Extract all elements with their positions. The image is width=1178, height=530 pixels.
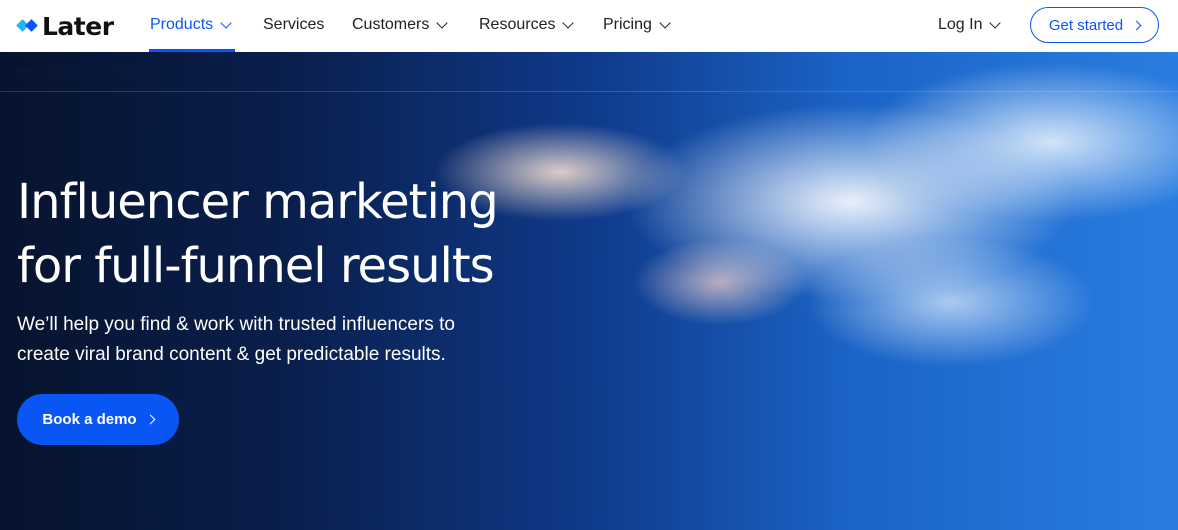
nav-item-pricing[interactable]: Pricing [603,14,671,36]
nav-item-label: Resources [479,16,556,33]
chevron-down-icon [659,17,671,29]
hero-title-line-2: for full-funnel results [17,238,495,294]
chevron-down-icon [436,17,449,29]
later-logo[interactable]: Later [16,11,114,41]
nav-item-resources[interactable]: Resources [479,14,575,36]
chevron-down-icon [562,17,575,29]
hero-subtitle-line-1: We’ll help you find & work with trusted … [17,314,455,335]
hero-title: Influencer marketing for full-funnel res… [17,170,617,298]
nav-item-customers[interactable]: Customers [352,14,449,36]
chevron-down-icon [989,17,1002,29]
breadcrumb-current: Influencer Marketing [61,64,180,79]
hero-subtitle: We’ll help you find & work with trusted … [17,310,557,370]
hero-title-line-1: Influencer marketing [17,174,499,230]
nav-item-label: Pricing [603,16,652,33]
nav-item-label: Services [263,16,325,33]
later-logo-icon [16,18,39,34]
get-started-button[interactable]: Get started [1030,7,1159,43]
hero-subtitle-line-2: create viral brand content & get predict… [17,344,446,365]
login-label: Log In [938,16,983,33]
hero-section: Home Influencer Marketing Influencer mar… [0,52,1178,530]
login-link[interactable]: Log In [938,14,1002,36]
book-demo-label: Book a demo [42,411,137,428]
breadcrumb-home[interactable]: Home [17,64,52,79]
chevron-down-icon [220,17,232,29]
nav-item-label: Customers [352,16,430,33]
chevron-right-icon [145,414,156,425]
breadcrumb-divider [0,91,1178,92]
top-navigation: Later Products Services Customers Resour… [0,0,1178,52]
book-demo-button[interactable]: Book a demo [17,394,179,445]
logo-text: Later [42,11,114,41]
nav-item-products[interactable]: Products [150,14,232,36]
chevron-right-icon [1131,20,1142,30]
nav-item-services[interactable]: Services [263,14,324,36]
nav-item-label: Products [150,16,214,33]
get-started-label: Get started [1048,16,1124,34]
breadcrumb: Home Influencer Marketing [17,64,179,79]
